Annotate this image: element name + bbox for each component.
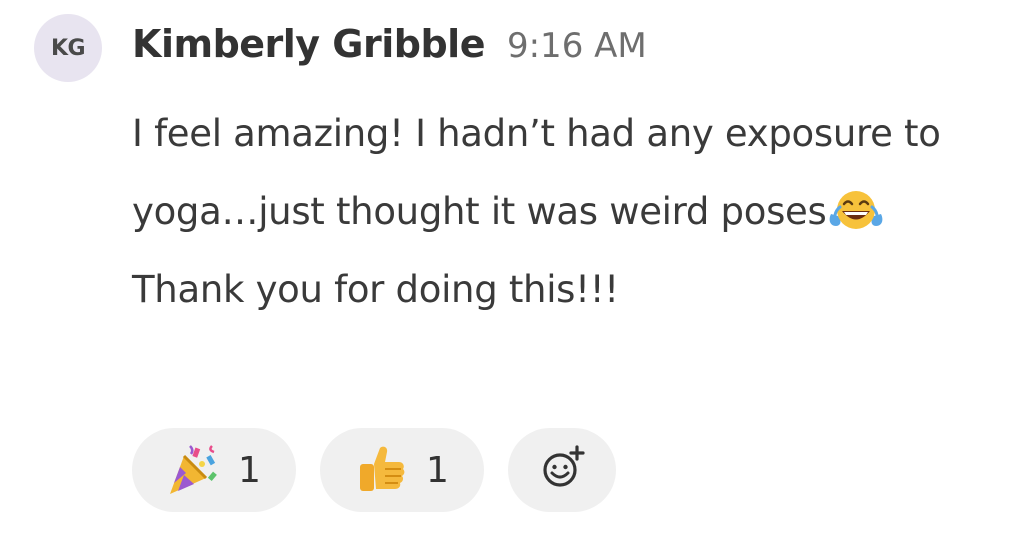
message-header: Kimberly Gribble 9:16 AM [132, 22, 647, 66]
thumbs-up-icon [352, 442, 408, 498]
reaction-bar: 1 1 [132, 428, 616, 512]
avatar-initials: KG [50, 35, 86, 61]
reaction-thumbs-up[interactable]: 1 [320, 428, 484, 512]
reaction-party-popper[interactable]: 1 [132, 428, 296, 512]
add-emoji-icon [539, 445, 585, 495]
reaction-count: 1 [238, 449, 261, 491]
add-reaction-button[interactable] [508, 428, 616, 512]
message-timestamp[interactable]: 9:16 AM [507, 26, 647, 66]
message-body: I feel amazing! I hadn’t had any exposur… [132, 95, 992, 329]
laughing-crying-emoji-icon [827, 181, 885, 229]
party-popper-icon [164, 442, 220, 498]
avatar[interactable]: KG [34, 14, 102, 82]
message-text-part-1: I feel amazing! I hadn’t had any exposur… [132, 112, 941, 233]
reaction-count: 1 [426, 449, 449, 491]
author-name[interactable]: Kimberly Gribble [132, 22, 485, 66]
chat-message: KG Kimberly Gribble 9:16 AM I feel amazi… [0, 0, 1024, 550]
message-text-part-2: Thank you for doing this!!! [132, 268, 619, 311]
